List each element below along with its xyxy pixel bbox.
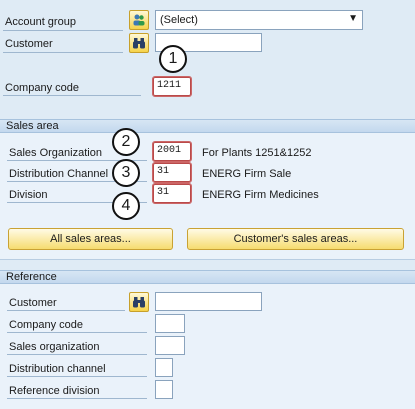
binoculars-icon — [133, 38, 145, 49]
company-code-label: Company code — [5, 82, 79, 94]
dist-channel-label: Distribution Channel — [9, 168, 109, 180]
people-icon — [133, 14, 145, 26]
sales-org-description: For Plants 1251&1252 — [202, 147, 312, 159]
sales-org-input[interactable]: 2001 — [152, 141, 192, 162]
customers-sales-areas-button[interactable]: Customer's sales areas... — [187, 228, 404, 250]
ref-company-code-input[interactable] — [155, 314, 185, 333]
customer-search-button[interactable] — [129, 33, 149, 53]
ref-sales-org-label: Sales organization — [9, 341, 100, 353]
ref-customer-search-button[interactable] — [129, 292, 149, 312]
callout-1: 1 — [159, 45, 187, 73]
binoculars-icon — [133, 297, 145, 308]
dist-channel-description: ENERG Firm Sale — [202, 168, 292, 180]
callout-4: 4 — [112, 192, 140, 220]
ref-sales-org-input[interactable] — [155, 336, 185, 355]
customer-label: Customer — [5, 38, 53, 50]
ref-company-code-label: Company code — [9, 319, 83, 331]
ref-division-label: Reference division — [9, 385, 100, 397]
all-sales-areas-button[interactable]: All sales areas... — [8, 228, 173, 250]
ref-dist-channel-label: Distribution channel — [9, 363, 106, 375]
division-input[interactable]: 31 — [152, 183, 192, 204]
ref-dist-channel-input[interactable] — [155, 358, 173, 377]
division-label: Division — [9, 189, 48, 201]
division-description: ENERG Firm Medicines — [202, 189, 319, 201]
account-group-select-value: (Select) — [160, 14, 198, 26]
reference-header: Reference — [0, 270, 415, 284]
account-group-icon[interactable] — [129, 10, 149, 30]
company-code-input[interactable]: 1211 — [152, 76, 192, 97]
account-group-select[interactable]: (Select) ▼ — [155, 10, 363, 30]
callout-3: 3 — [112, 159, 140, 187]
account-group-label: Account group — [5, 16, 76, 28]
ref-division-input[interactable] — [155, 380, 173, 399]
sales-area-header: Sales area — [0, 119, 415, 133]
dist-channel-input[interactable]: 31 — [152, 162, 192, 183]
callout-2: 2 — [112, 128, 140, 156]
sales-org-label: Sales Organization — [9, 147, 102, 159]
ref-customer-input[interactable] — [155, 292, 262, 311]
ref-customer-label: Customer — [9, 297, 57, 309]
dropdown-arrow-icon[interactable]: ▼ — [348, 13, 358, 24]
